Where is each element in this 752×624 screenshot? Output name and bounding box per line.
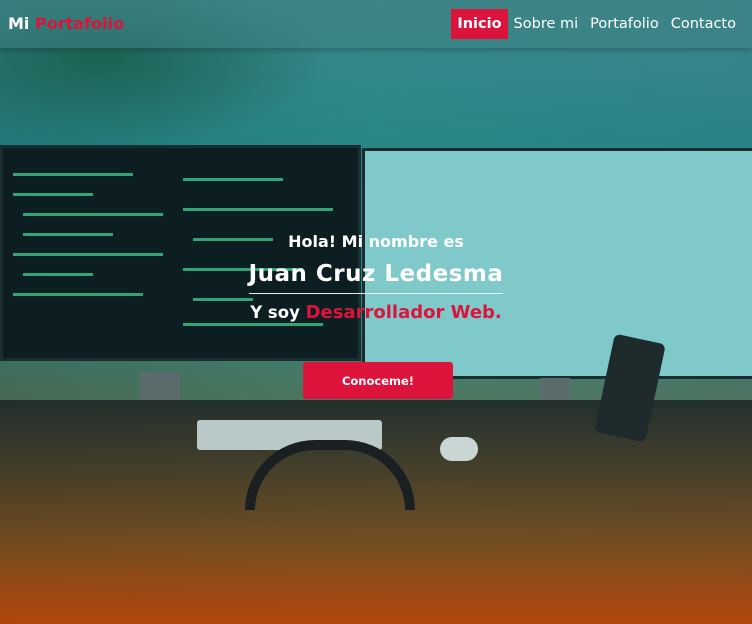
brand-logo[interactable]: Mi Portafolio	[8, 14, 124, 33]
navbar: Mi Portafolio Inicio Sobre mi Portafolio…	[0, 0, 752, 48]
hero-role: Y soy Desarrollador Web.	[0, 302, 752, 323]
brand-first-word: Mi	[8, 14, 30, 33]
brand-accent-word: Portafolio	[34, 14, 124, 33]
hero-name: Juan Cruz Ledesma	[248, 261, 504, 294]
hero-role-highlight: Desarrollador Web.	[305, 302, 502, 323]
nav-link-sobre-mi[interactable]: Sobre mi	[508, 9, 585, 39]
hero-greeting: Hola! Mi nombre es	[288, 232, 464, 251]
nav-link-contacto[interactable]: Contacto	[665, 9, 742, 39]
nav-link-inicio[interactable]: Inicio	[451, 9, 508, 39]
hero-role-prefix: Y soy	[250, 303, 300, 322]
monitor-stand-left	[140, 372, 180, 402]
hero-section: Hola! Mi nombre es Juan Cruz Ledesma Y s…	[0, 232, 752, 323]
main-nav: Inicio Sobre mi Portafolio Contacto	[451, 9, 742, 39]
conoceme-button[interactable]: Conoceme!	[303, 362, 453, 399]
nav-link-portafolio[interactable]: Portafolio	[584, 9, 665, 39]
background-mouse	[440, 437, 478, 461]
